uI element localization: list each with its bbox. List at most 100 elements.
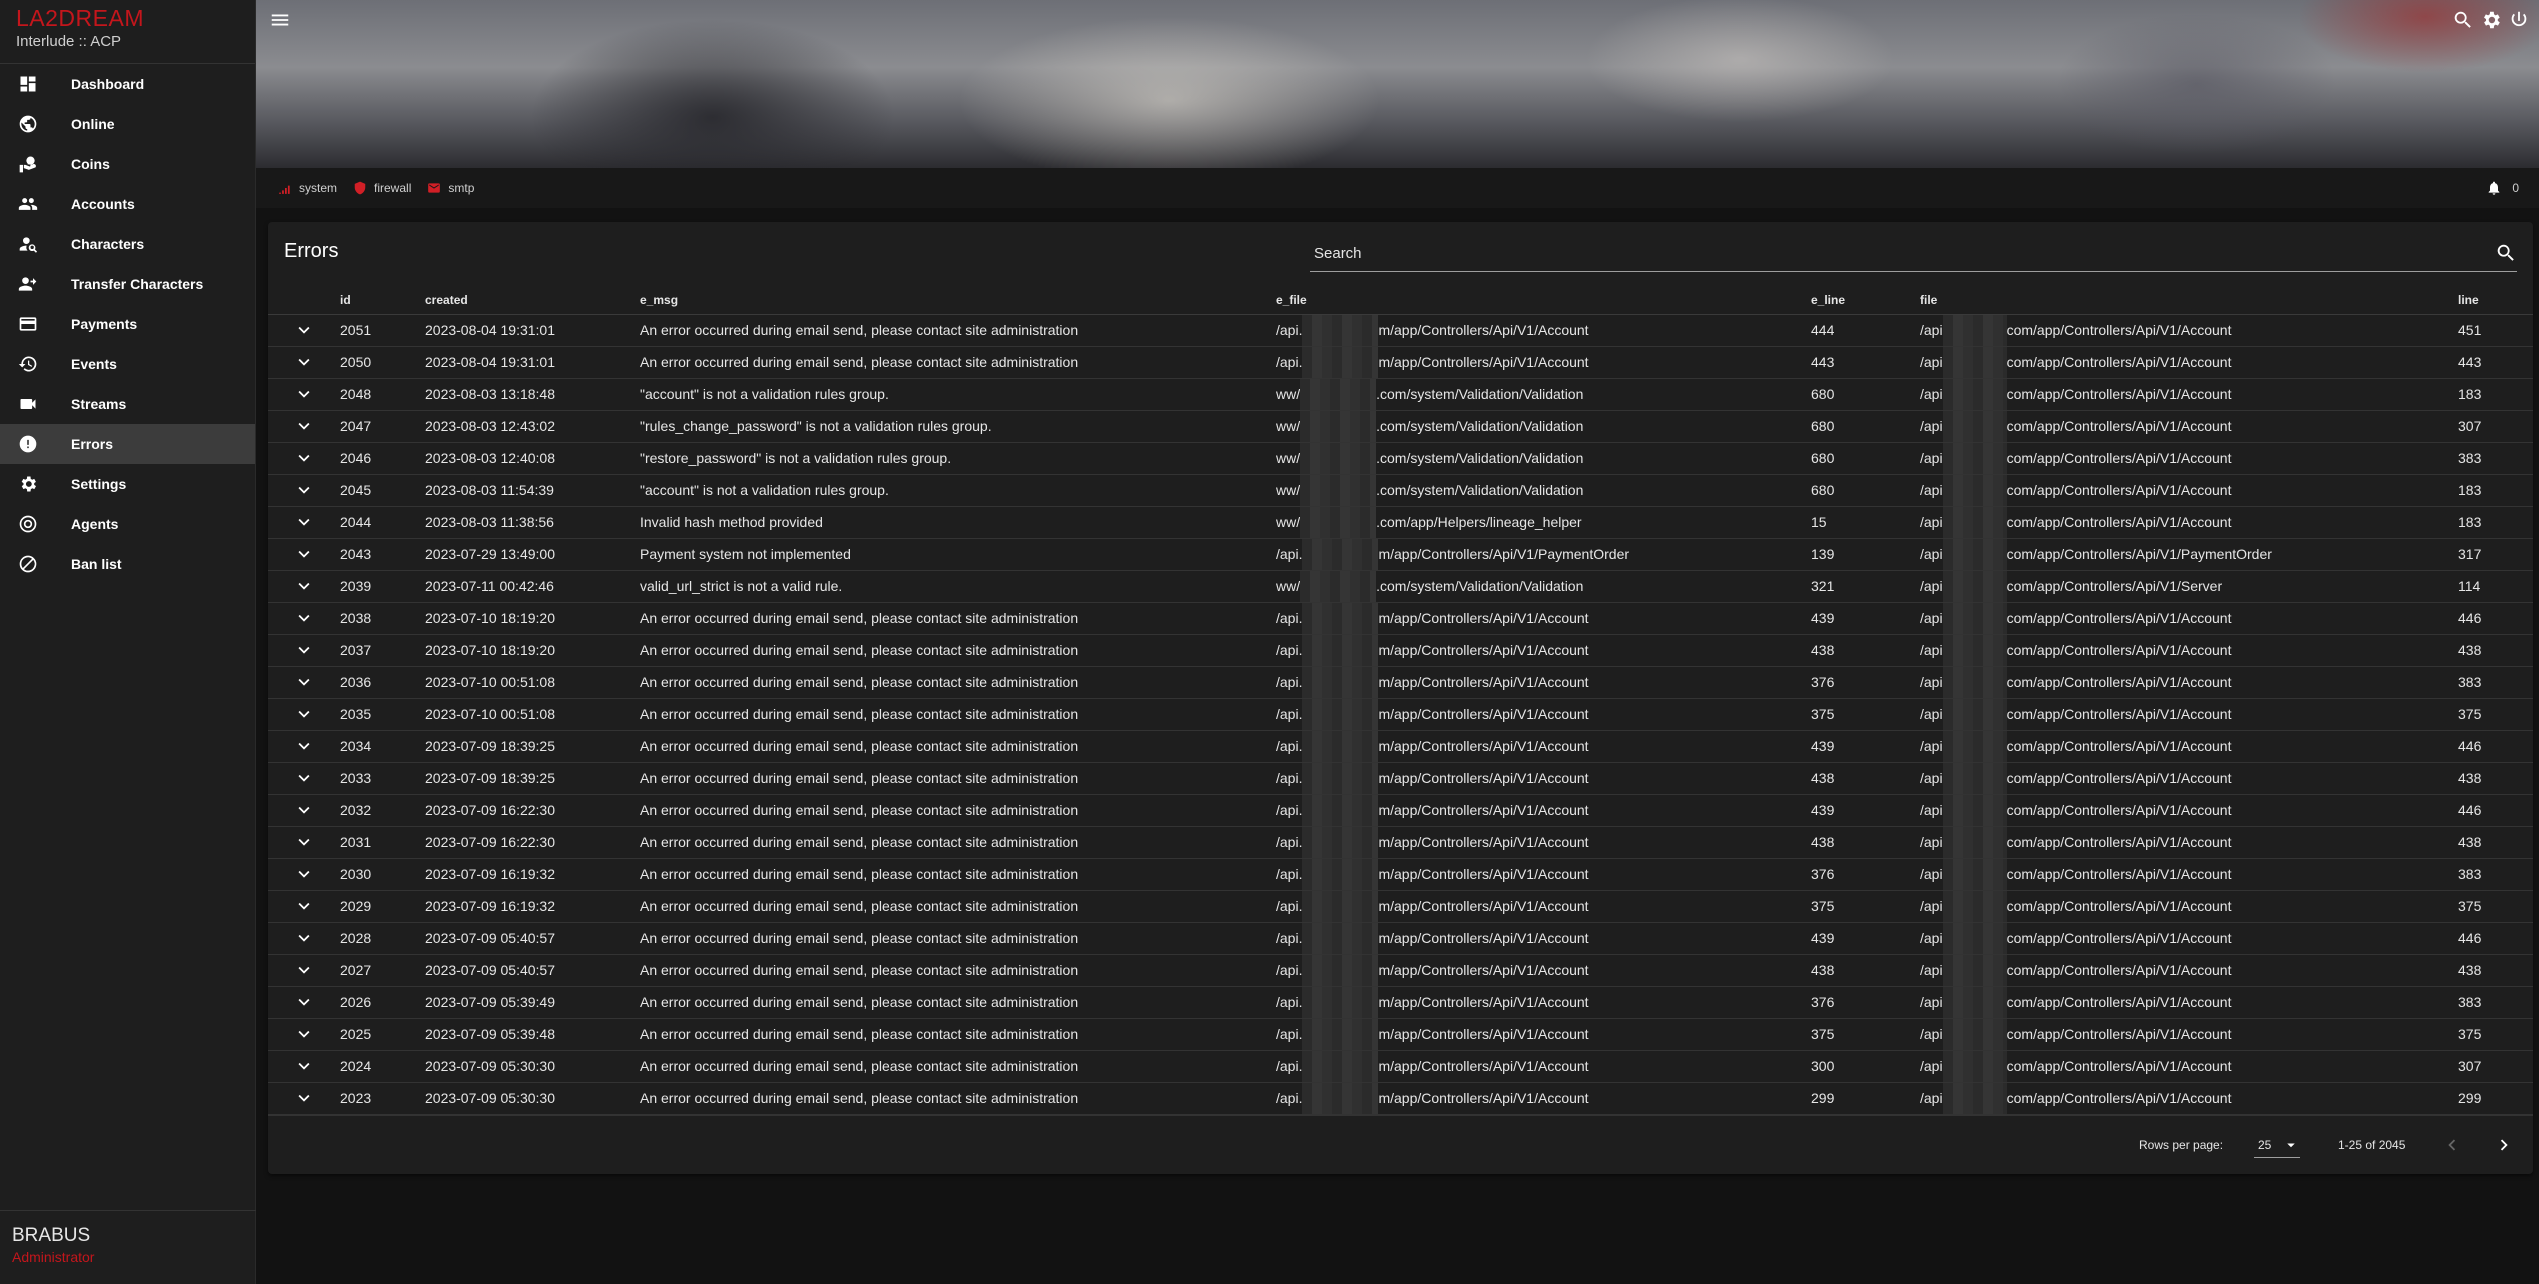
chevron-down-icon[interactable] <box>293 543 315 565</box>
table-row[interactable]: 2047 2023-08-03 12:43:02 "rules_change_pas… <box>268 410 2533 443</box>
sidebar-item-payments[interactable]: Payments <box>0 304 255 344</box>
chevron-down-icon[interactable] <box>293 479 315 501</box>
prev-page-button[interactable] <box>2438 1131 2466 1159</box>
table-row[interactable]: 2037 2023-07-10 18:19:20 An error occurred… <box>268 634 2533 667</box>
sidebar-item-agents[interactable]: Agents <box>0 504 255 544</box>
table-row[interactable]: 2044 2023-08-03 11:38:56 Invalid hash meth… <box>268 506 2533 539</box>
sidebar-item-ban-list[interactable]: Ban list <box>0 544 255 584</box>
expand-cell[interactable] <box>268 570 340 603</box>
chevron-down-icon[interactable] <box>293 831 315 853</box>
table-row[interactable]: 2027 2023-07-09 05:40:57 An error occurred… <box>268 954 2533 987</box>
table-row[interactable]: 2029 2023-07-09 16:19:32 An error occurred… <box>268 890 2533 923</box>
col-id[interactable]: id <box>340 286 425 315</box>
col-file[interactable]: file <box>1920 286 2458 315</box>
table-row[interactable]: 2026 2023-07-09 05:39:49 An error occurred… <box>268 986 2533 1019</box>
col-line[interactable]: line <box>2458 286 2533 315</box>
expand-cell[interactable] <box>268 890 340 923</box>
expand-cell[interactable] <box>268 986 340 1019</box>
gear-icon[interactable] <box>2477 6 2505 34</box>
table-row[interactable]: 2023 2023-07-09 05:30:30 An error occurred… <box>268 1082 2533 1115</box>
expand-cell[interactable] <box>268 506 340 539</box>
expand-cell[interactable] <box>268 794 340 827</box>
search-icon[interactable] <box>2495 242 2517 264</box>
expand-cell[interactable] <box>268 698 340 731</box>
expand-cell[interactable] <box>268 538 340 571</box>
chevron-down-icon[interactable] <box>293 607 315 629</box>
chevron-down-icon[interactable] <box>293 351 315 373</box>
sidebar-item-streams[interactable]: Streams <box>0 384 255 424</box>
expand-cell[interactable] <box>268 666 340 699</box>
table-row[interactable]: 2050 2023-08-04 19:31:01 An error occurred… <box>268 346 2533 379</box>
expand-cell[interactable] <box>268 1050 340 1083</box>
expand-cell[interactable] <box>268 1082 340 1115</box>
table-row[interactable]: 2035 2023-07-10 00:51:08 An error occurred… <box>268 698 2533 731</box>
chevron-down-icon[interactable] <box>293 319 315 341</box>
expand-cell[interactable] <box>268 602 340 635</box>
chevron-down-icon[interactable] <box>293 639 315 661</box>
chevron-down-icon[interactable] <box>293 895 315 917</box>
search-input[interactable] <box>1310 236 2470 270</box>
expand-cell[interactable] <box>268 442 340 475</box>
chevron-down-icon[interactable] <box>293 863 315 885</box>
chevron-down-icon[interactable] <box>293 671 315 693</box>
chevron-down-icon[interactable] <box>293 959 315 981</box>
expand-cell[interactable] <box>268 922 340 955</box>
table-row[interactable]: 2024 2023-07-09 05:30:30 An error occurred… <box>268 1050 2533 1083</box>
expand-cell[interactable] <box>268 634 340 667</box>
sidebar-item-dashboard[interactable]: Dashboard <box>0 64 255 104</box>
table-row[interactable]: 2030 2023-07-09 16:19:32 An error occurred… <box>268 858 2533 891</box>
chevron-down-icon[interactable] <box>293 991 315 1013</box>
menu-icon[interactable] <box>266 6 294 34</box>
chevron-down-icon[interactable] <box>293 703 315 725</box>
chevron-down-icon[interactable] <box>293 447 315 469</box>
expand-cell[interactable] <box>268 410 340 443</box>
chevron-down-icon[interactable] <box>293 575 315 597</box>
col-e-msg[interactable]: e_msg <box>640 286 1276 315</box>
expand-cell[interactable] <box>268 730 340 763</box>
notifications[interactable]: 0 <box>2486 180 2519 196</box>
chevron-down-icon[interactable] <box>293 927 315 949</box>
chevron-down-icon[interactable] <box>293 1023 315 1045</box>
table-row[interactable]: 2034 2023-07-09 18:39:25 An error occurred… <box>268 730 2533 763</box>
col-e-line[interactable]: e_line <box>1811 286 1920 315</box>
search-icon[interactable] <box>2449 6 2477 34</box>
sidebar-item-characters[interactable]: Characters <box>0 224 255 264</box>
table-row[interactable]: 2038 2023-07-10 18:19:20 An error occurred… <box>268 602 2533 635</box>
col-e-file[interactable]: e_file <box>1276 286 1811 315</box>
table-row[interactable]: 2025 2023-07-09 05:39:48 An error occurred… <box>268 1018 2533 1051</box>
expand-cell[interactable] <box>268 474 340 507</box>
expand-cell[interactable] <box>268 1018 340 1051</box>
expand-cell[interactable] <box>268 826 340 859</box>
sidebar-item-settings[interactable]: Settings <box>0 464 255 504</box>
chevron-down-icon[interactable] <box>293 799 315 821</box>
chevron-down-icon[interactable] <box>293 735 315 757</box>
chevron-down-icon[interactable] <box>293 767 315 789</box>
expand-cell[interactable] <box>268 762 340 795</box>
chevron-down-icon[interactable] <box>293 1087 315 1109</box>
table-row[interactable]: 2051 2023-08-04 19:31:01 An error occurred… <box>268 314 2533 347</box>
table-row[interactable]: 2045 2023-08-03 11:54:39 "account" is not … <box>268 474 2533 507</box>
table-row[interactable]: 2046 2023-08-03 12:40:08 "restore_password… <box>268 442 2533 475</box>
expand-cell[interactable] <box>268 346 340 379</box>
table-row[interactable]: 2028 2023-07-09 05:40:57 An error occurred… <box>268 922 2533 955</box>
next-page-button[interactable] <box>2490 1131 2518 1159</box>
expand-cell[interactable] <box>268 858 340 891</box>
sidebar-item-errors[interactable]: Errors <box>0 424 255 464</box>
table-row[interactable]: 2039 2023-07-11 00:42:46 valid_url_strict … <box>268 570 2533 603</box>
rows-per-page-select[interactable]: 25 <box>2254 1132 2300 1158</box>
sidebar-item-transfer-characters[interactable]: Transfer Characters <box>0 264 255 304</box>
table-row[interactable]: 2036 2023-07-10 00:51:08 An error occurred… <box>268 666 2533 699</box>
chevron-down-icon[interactable] <box>293 1055 315 1077</box>
chevron-down-icon[interactable] <box>293 383 315 405</box>
brand-logo[interactable]: LA2DREAM <box>16 4 239 32</box>
chevron-down-icon[interactable] <box>293 415 315 437</box>
table-row[interactable]: 2031 2023-07-09 16:22:30 An error occurred… <box>268 826 2533 859</box>
sidebar-item-coins[interactable]: Coins <box>0 144 255 184</box>
col-created[interactable]: created <box>425 286 640 315</box>
expand-cell[interactable] <box>268 314 340 347</box>
table-row[interactable]: 2032 2023-07-09 16:22:30 An error occurred… <box>268 794 2533 827</box>
chevron-down-icon[interactable] <box>293 511 315 533</box>
expand-cell[interactable] <box>268 954 340 987</box>
sidebar-item-events[interactable]: Events <box>0 344 255 384</box>
table-row[interactable]: 2033 2023-07-09 18:39:25 An error occurred… <box>268 762 2533 795</box>
